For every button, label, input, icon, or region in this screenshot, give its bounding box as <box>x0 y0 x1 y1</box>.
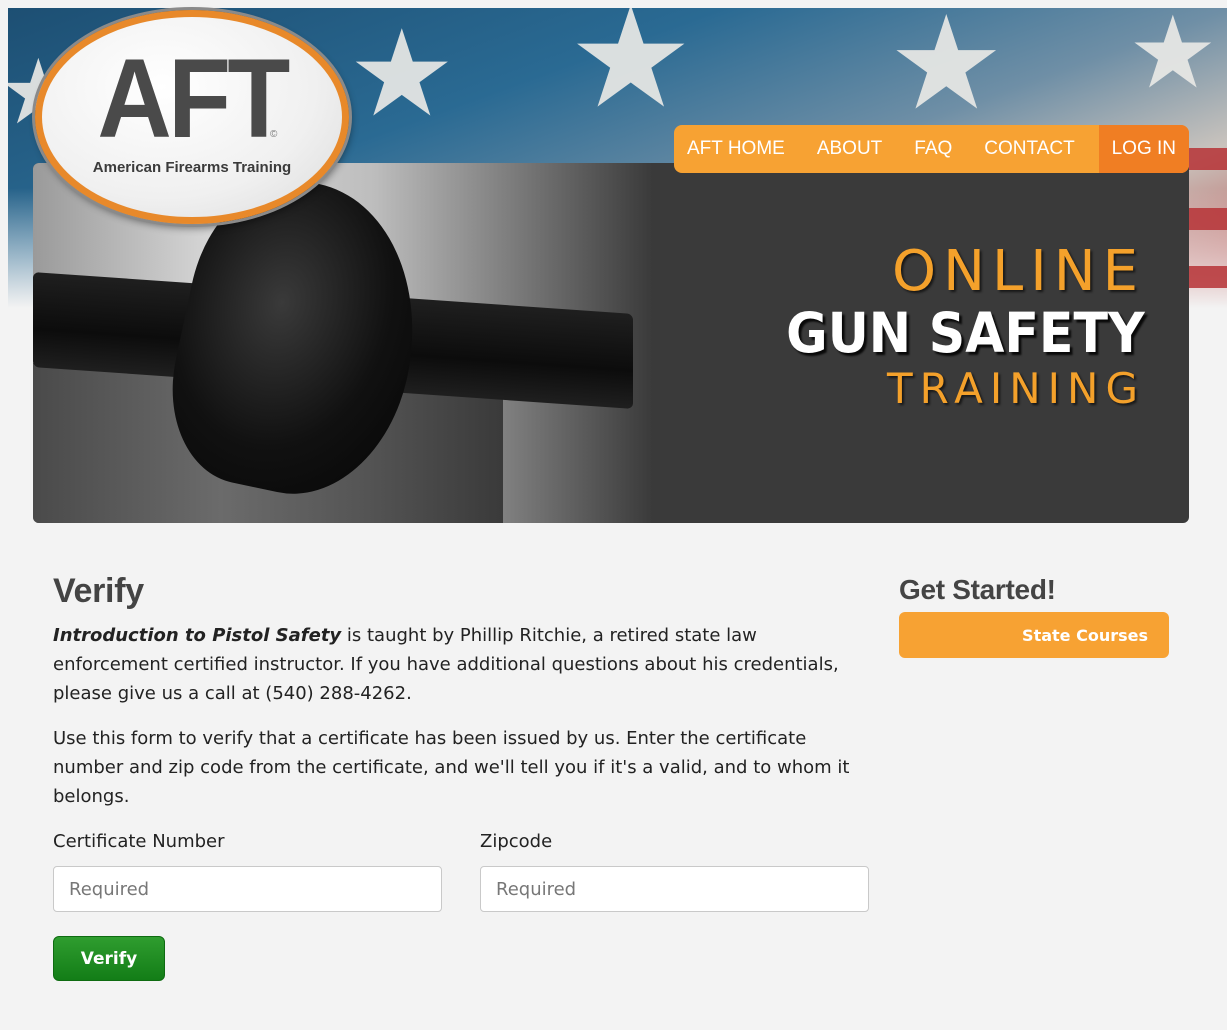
sidebar: Get Started! State Courses <box>899 574 1169 658</box>
get-started-title: Get Started! <box>899 574 1056 605</box>
nav-item-log-in[interactable]: LOG IN <box>1098 125 1189 173</box>
nav-item-aft-home[interactable]: AFT HOME <box>674 125 801 173</box>
hero-line-online: ONLINE <box>892 239 1145 304</box>
zipcode-group: Zipcode <box>480 831 869 912</box>
hero-photo <box>33 163 653 523</box>
zipcode-input[interactable] <box>480 866 869 912</box>
nav-item-faq[interactable]: FAQ <box>898 125 968 173</box>
logo-subtitle: American Firearms Training <box>92 159 292 176</box>
flag-star-icon: ★ <box>1128 8 1218 109</box>
verify-form: Certificate Number Zipcode Verify <box>53 831 869 981</box>
zipcode-label: Zipcode <box>480 831 553 852</box>
hero-headline: ONLINE GUN SAFETY TRAINING <box>755 239 1145 414</box>
main-nav: AFT HOME ABOUT FAQ CONTACT LOG IN <box>674 125 1189 173</box>
course-name: Introduction to Pistol Safety <box>53 625 342 646</box>
intro-paragraph: Introduction to Pistol Safety is taught … <box>53 621 868 708</box>
certificate-number-group: Certificate Number <box>53 831 442 912</box>
nav-item-contact[interactable]: CONTACT <box>968 125 1090 173</box>
certificate-number-label: Certificate Number <box>53 831 225 852</box>
flag-star-icon: ★ <box>568 8 694 136</box>
copyright-icon: © <box>270 129 278 140</box>
main-content: Verify Introduction to Pistol Safety is … <box>53 572 869 981</box>
nav-item-about[interactable]: ABOUT <box>801 125 898 173</box>
flag-star-icon: ★ <box>888 8 1005 136</box>
verify-button[interactable]: Verify <box>53 936 165 981</box>
aft-logo[interactable]: AFT American Firearms Training © <box>35 10 349 224</box>
flag-star-icon: ★ <box>348 8 456 141</box>
hero-line-training: TRAINING <box>886 364 1145 414</box>
form-row: Certificate Number Zipcode <box>53 831 869 912</box>
instructions-paragraph: Use this form to verify that a certifica… <box>53 728 850 807</box>
hero-line-gun-safety: GUN SAFETY <box>786 300 1145 365</box>
page-title: Verify <box>53 572 144 610</box>
certificate-number-input[interactable] <box>53 866 442 912</box>
state-courses-button[interactable]: State Courses <box>899 612 1169 658</box>
logo-letters: AFT <box>97 36 290 161</box>
